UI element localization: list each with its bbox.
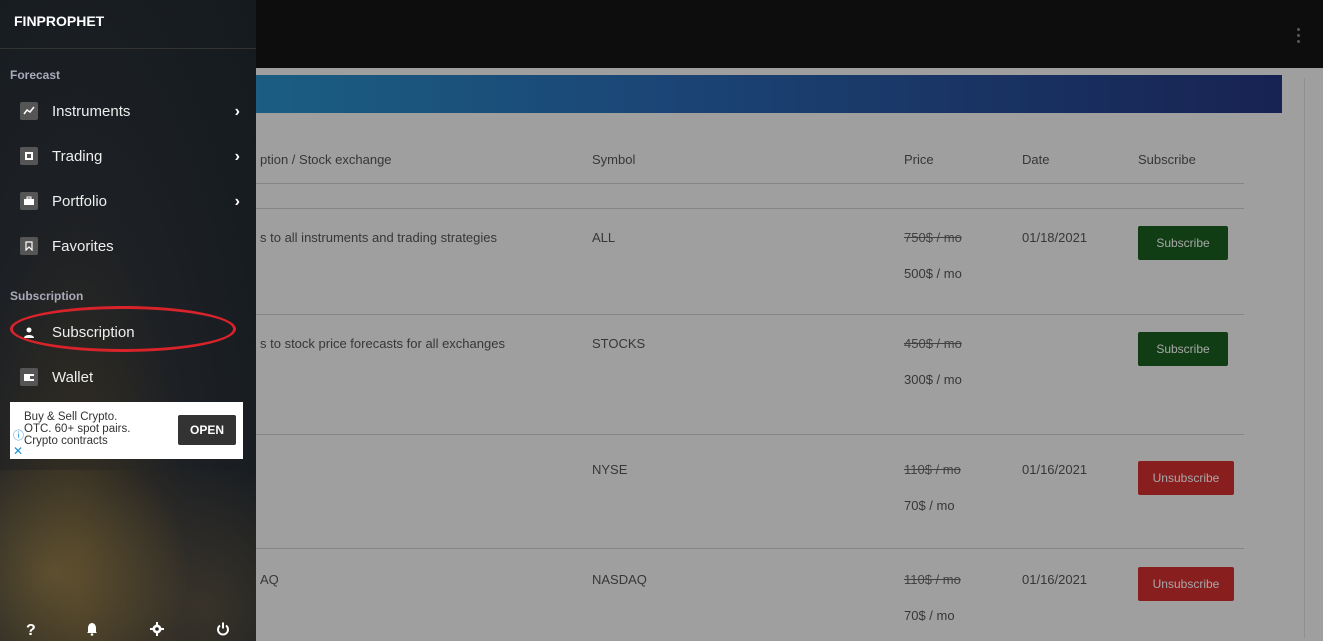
briefcase-icon <box>20 192 38 210</box>
ad-open-button[interactable]: OPEN <box>178 415 236 445</box>
row-date: 01/16/2021 <box>1022 572 1088 587</box>
divider <box>0 48 256 49</box>
sidebar-item-trading[interactable]: Trading › <box>10 138 246 174</box>
chevron-right-icon: › <box>234 148 240 165</box>
ad-line: Crypto contracts <box>24 435 108 447</box>
sidebar-item-label: Wallet <box>52 368 94 386</box>
row-description: AQ <box>260 572 279 587</box>
column-header-price: Price <box>904 152 934 167</box>
unsubscribe-button[interactable]: Unsubscribe <box>1138 461 1234 495</box>
sidebar-item-instruments[interactable]: Instruments › <box>10 93 246 129</box>
sidebar-item-label: Favorites <box>52 237 114 255</box>
row-symbol: NASDAQ <box>592 572 647 587</box>
trading-icon <box>20 147 38 165</box>
header-banner <box>244 75 1282 113</box>
ad-text: Buy & Sell Crypto. OTC. 60+ spot pairs. … <box>24 411 130 447</box>
subscribe-button[interactable]: Subscribe <box>1138 332 1228 366</box>
more-menu-icon[interactable] <box>1297 28 1301 44</box>
row-date: 01/18/2021 <box>1022 230 1088 245</box>
column-header-date: Date <box>1022 152 1050 167</box>
header-divider <box>244 183 1244 184</box>
power-icon[interactable] <box>216 622 230 641</box>
unsubscribe-button[interactable]: Unsubscribe <box>1138 567 1234 601</box>
row-old-price: 750$ / mo <box>904 230 962 245</box>
row-symbol: NYSE <box>592 462 628 477</box>
ad-info-icon[interactable]: ⓘ <box>13 427 24 443</box>
column-header-description: ption / Stock exchange <box>260 152 392 167</box>
ad-close-icon[interactable]: ✕ <box>13 444 23 458</box>
subscribe-button[interactable]: Subscribe <box>1138 226 1228 260</box>
ad-line: Buy & Sell Crypto. <box>24 411 118 423</box>
section-label-forecast: Forecast <box>10 68 61 82</box>
row-new-price: 70$ / mo <box>904 608 955 623</box>
row-description: s to all instruments and trading strateg… <box>260 230 498 245</box>
brand-logo[interactable]: FINPROPHET <box>14 13 104 29</box>
sidebar: FINPROPHET Forecast Instruments › Tradin… <box>0 0 256 641</box>
sidebar-item-wallet[interactable]: Wallet <box>10 359 246 395</box>
sidebar-item-label: Portfolio <box>52 192 108 210</box>
sidebar-item-label: Instruments <box>52 102 131 120</box>
chevron-right-icon: › <box>234 193 240 210</box>
scrollbar[interactable] <box>1304 78 1305 638</box>
row-divider <box>244 208 1244 209</box>
sidebar-item-label: Trading <box>52 147 103 165</box>
ad-banner[interactable]: Buy & Sell Crypto. OTC. 60+ spot pairs. … <box>10 402 243 459</box>
row-old-price: 110$ / mo <box>904 462 961 477</box>
row-symbol: ALL <box>592 230 616 245</box>
row-divider <box>244 548 1244 549</box>
help-icon[interactable]: ? <box>26 622 36 640</box>
section-label-subscription: Subscription <box>10 289 84 303</box>
wallet-icon <box>20 368 38 386</box>
bell-icon[interactable] <box>86 622 98 641</box>
row-date: 01/16/2021 <box>1022 462 1088 477</box>
highlight-circle <box>10 306 236 352</box>
chart-icon <box>20 102 38 120</box>
row-symbol: STOCKS <box>592 336 646 351</box>
row-old-price: 110$ / mo <box>904 572 961 587</box>
bookmark-icon <box>20 237 38 255</box>
sidebar-item-portfolio[interactable]: Portfolio › <box>10 183 246 219</box>
chevron-right-icon: › <box>234 103 240 120</box>
row-new-price: 500$ / mo <box>904 266 962 281</box>
column-header-symbol: Symbol <box>592 152 636 167</box>
column-header-subscribe: Subscribe <box>1138 152 1196 167</box>
row-divider <box>244 314 1244 315</box>
sidebar-footer: ? <box>0 618 256 641</box>
ad-line: OTC. 60+ spot pairs. <box>24 423 131 435</box>
row-new-price: 70$ / mo <box>904 498 955 513</box>
gear-icon[interactable] <box>150 622 164 641</box>
row-old-price: 450$ / mo <box>904 336 962 351</box>
row-divider <box>244 434 1244 435</box>
sidebar-item-favorites[interactable]: Favorites <box>10 228 246 264</box>
row-new-price: 300$ / mo <box>904 372 962 387</box>
row-description: s to stock price forecasts for all excha… <box>260 336 505 351</box>
